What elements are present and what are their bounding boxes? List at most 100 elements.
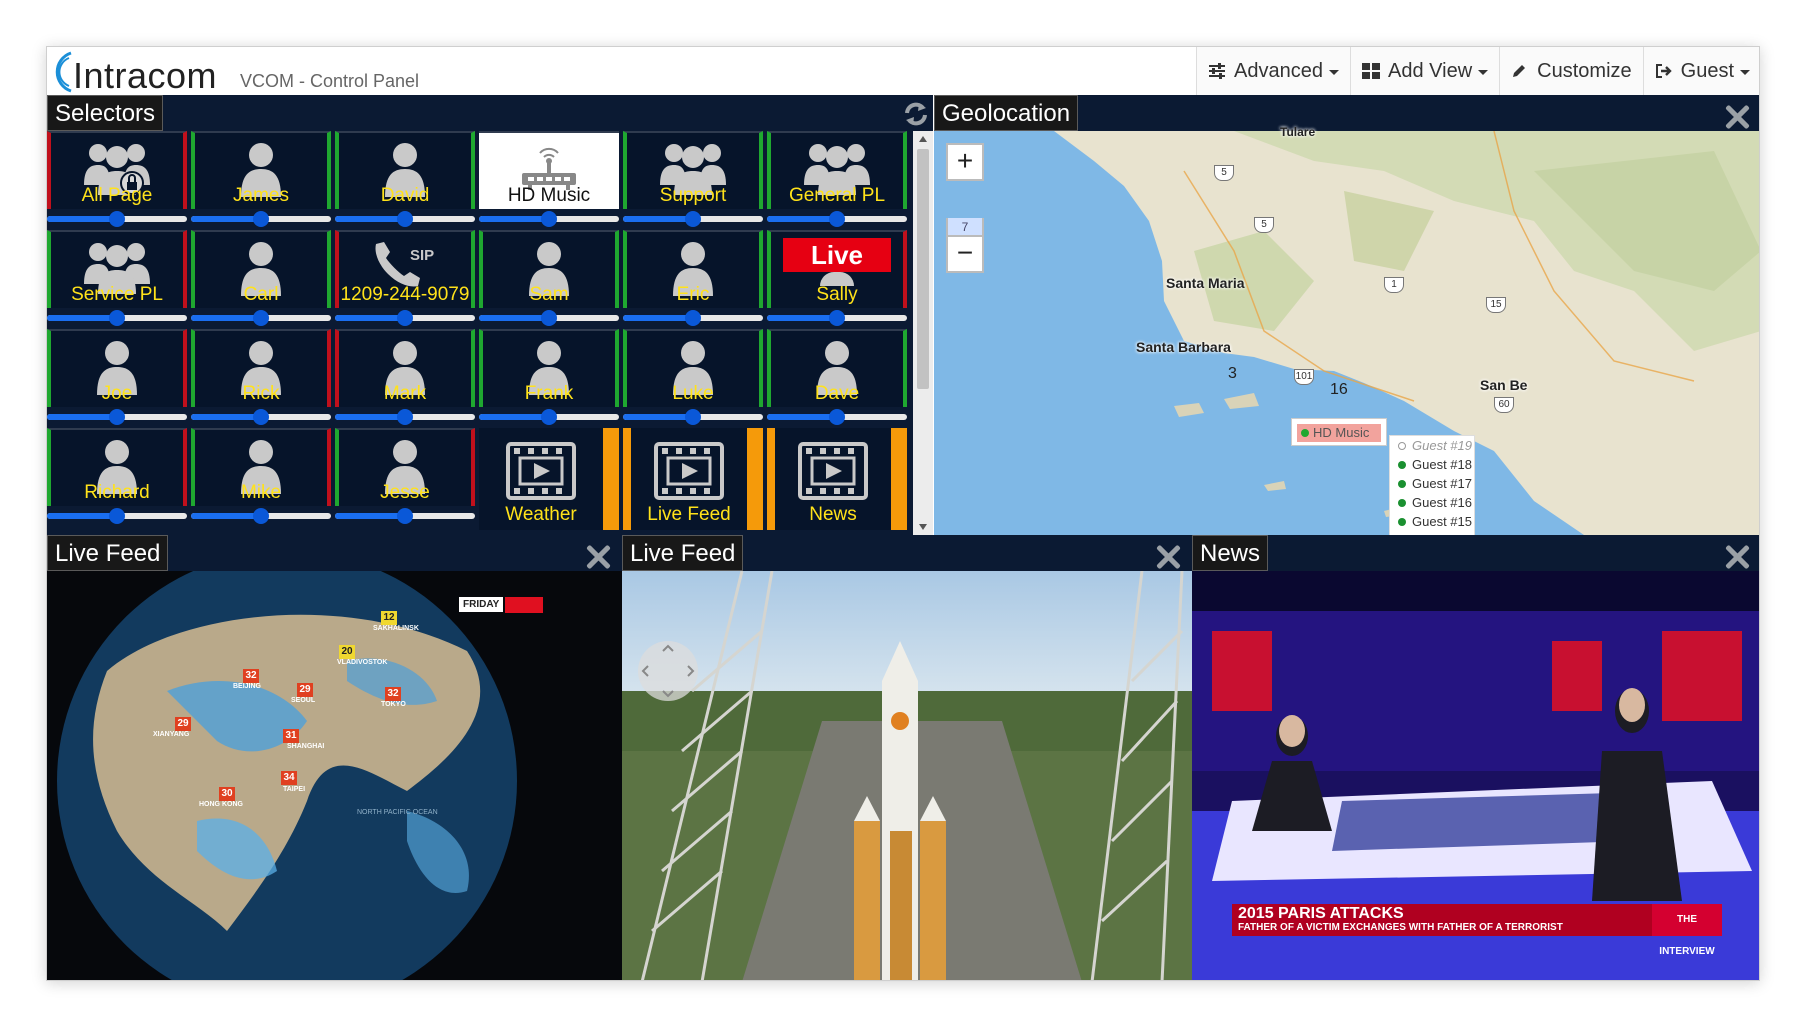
map-cluster[interactable]: 3	[1228, 365, 1237, 383]
volume-slider[interactable]	[767, 209, 907, 229]
selector-tile[interactable]: SIP 1209-244-9079	[335, 230, 475, 308]
slider-knob[interactable]	[109, 409, 125, 425]
media-selector-tile[interactable]: Live Feed	[623, 428, 763, 530]
volume-slider[interactable]	[191, 209, 331, 229]
volume-slider[interactable]	[191, 506, 331, 526]
selectors-scrollbar[interactable]	[913, 131, 933, 535]
slider-knob[interactable]	[541, 310, 557, 326]
slider-knob[interactable]	[397, 211, 413, 227]
slider-knob[interactable]	[829, 211, 845, 227]
volume-slider[interactable]	[191, 407, 331, 427]
close-icon[interactable]	[1723, 103, 1751, 131]
volume-slider[interactable]	[767, 308, 907, 328]
slider-knob[interactable]	[685, 409, 701, 425]
volume-slider[interactable]	[623, 209, 763, 229]
volume-slider[interactable]	[335, 506, 475, 526]
guest-list-item[interactable]: Guest #15	[1390, 512, 1474, 531]
volume-slider[interactable]	[479, 308, 619, 328]
volume-slider[interactable]	[623, 308, 763, 328]
slider-knob[interactable]	[397, 310, 413, 326]
slider-knob[interactable]	[685, 310, 701, 326]
advanced-menu-button[interactable]: Advanced	[1196, 47, 1351, 95]
selector-tile[interactable]: Carl	[191, 230, 331, 308]
selector-tile[interactable]: Jesse	[335, 428, 475, 506]
volume-slider[interactable]	[47, 308, 187, 328]
volume-slider[interactable]	[47, 407, 187, 427]
volume-slider[interactable]	[767, 407, 907, 427]
guest-cluster-list[interactable]: Guest #19 Guest #18 Guest #17 Guest #16 Gues…	[1389, 435, 1475, 535]
scroll-thumb[interactable]	[917, 149, 929, 389]
map-cluster[interactable]: 16	[1330, 381, 1348, 399]
slider-knob[interactable]	[541, 211, 557, 227]
selector-tile[interactable]: Live Sally	[767, 230, 907, 308]
selector-tile[interactable]: Dave	[767, 329, 907, 407]
media-selector-tile[interactable]: News	[767, 428, 907, 530]
selector-tile[interactable]: Sam	[479, 230, 619, 308]
volume-slider[interactable]	[479, 209, 619, 229]
close-icon[interactable]	[584, 543, 612, 571]
slider-knob[interactable]	[685, 211, 701, 227]
selector-tile[interactable]: Eric	[623, 230, 763, 308]
slider-knob[interactable]	[253, 310, 269, 326]
guest-menu-button[interactable]: Guest	[1642, 47, 1759, 95]
slider-knob[interactable]	[397, 508, 413, 524]
slider-knob[interactable]	[829, 409, 845, 425]
customize-button[interactable]: Customize	[1499, 47, 1643, 95]
selector-tile[interactable]: Frank	[479, 329, 619, 407]
selector-tile[interactable]: Luke	[623, 329, 763, 407]
volume-slider[interactable]	[191, 308, 331, 328]
rocket-video[interactable]	[622, 571, 1192, 980]
scroll-up-icon[interactable]	[919, 136, 927, 142]
volume-slider[interactable]	[479, 407, 619, 427]
selector-label: Mike	[240, 482, 282, 503]
slider-knob[interactable]	[397, 409, 413, 425]
selector-tile[interactable]: Richard	[47, 428, 187, 506]
selector-tile[interactable]: Service PL	[47, 230, 187, 308]
slider-knob[interactable]	[253, 508, 269, 524]
selector-tile[interactable]: Mike	[191, 428, 331, 506]
selector-tile[interactable]: David	[335, 131, 475, 209]
volume-slider[interactable]	[335, 308, 475, 328]
slider-knob[interactable]	[541, 409, 557, 425]
slider-knob[interactable]	[109, 508, 125, 524]
add-view-menu-button[interactable]: Add View	[1350, 47, 1500, 95]
slider-knob[interactable]	[253, 409, 269, 425]
pan-control-wheel[interactable]	[638, 641, 698, 701]
selector-tile[interactable]: General PL	[767, 131, 907, 209]
guest-list-item[interactable]: Guest #18	[1390, 455, 1474, 474]
close-icon[interactable]	[1154, 543, 1182, 571]
scroll-down-icon[interactable]	[919, 524, 927, 530]
news-video[interactable]: 2015 PARIS ATTACKS FATHER OF A VICTIM EX…	[1192, 571, 1759, 980]
hd-music-marker[interactable]: HD Music	[1291, 418, 1387, 446]
city-label: NORTH PACIFIC OCEAN	[357, 809, 438, 816]
volume-slider[interactable]	[47, 209, 187, 229]
volume-slider[interactable]	[335, 407, 475, 427]
zoom-out-button[interactable]: −	[946, 235, 984, 273]
selector-tile[interactable]: Mark	[335, 329, 475, 407]
weather-video[interactable]: FRIDAY SAKHALINSK VLADIVOSTOK BEIJING SEOUL…	[47, 571, 622, 980]
guest-list-item[interactable]: Guest #17	[1390, 474, 1474, 493]
volume-slider[interactable]	[623, 407, 763, 427]
day-badge: FRIDAY	[459, 597, 504, 612]
map-view[interactable]: + 7 − Tulare Santa Maria Santa Barbara S…	[934, 125, 1759, 535]
volume-slider[interactable]	[335, 209, 475, 229]
slider-knob[interactable]	[109, 211, 125, 227]
city-label: SEOUL	[291, 697, 316, 704]
selector-tile[interactable]: Support	[623, 131, 763, 209]
selector-tile[interactable]: All Page	[47, 131, 187, 209]
selector-tile[interactable]: Joe	[47, 329, 187, 407]
zoom-in-button[interactable]: +	[946, 143, 984, 181]
guest-name: Guest #19	[1412, 438, 1472, 453]
volume-slider[interactable]	[47, 506, 187, 526]
media-selector-tile[interactable]: Weather	[479, 428, 619, 530]
close-icon[interactable]	[1723, 543, 1751, 571]
selector-tile[interactable]: James	[191, 131, 331, 209]
selector-tile[interactable]: Rick	[191, 329, 331, 407]
guest-list-item[interactable]: Guest #19	[1390, 436, 1474, 455]
guest-list-item[interactable]: Guest #16	[1390, 493, 1474, 512]
slider-knob[interactable]	[109, 310, 125, 326]
selector-tile[interactable]: HD Music	[479, 131, 619, 209]
slider-knob[interactable]	[829, 310, 845, 326]
refresh-icon[interactable]	[901, 99, 931, 129]
slider-knob[interactable]	[253, 211, 269, 227]
